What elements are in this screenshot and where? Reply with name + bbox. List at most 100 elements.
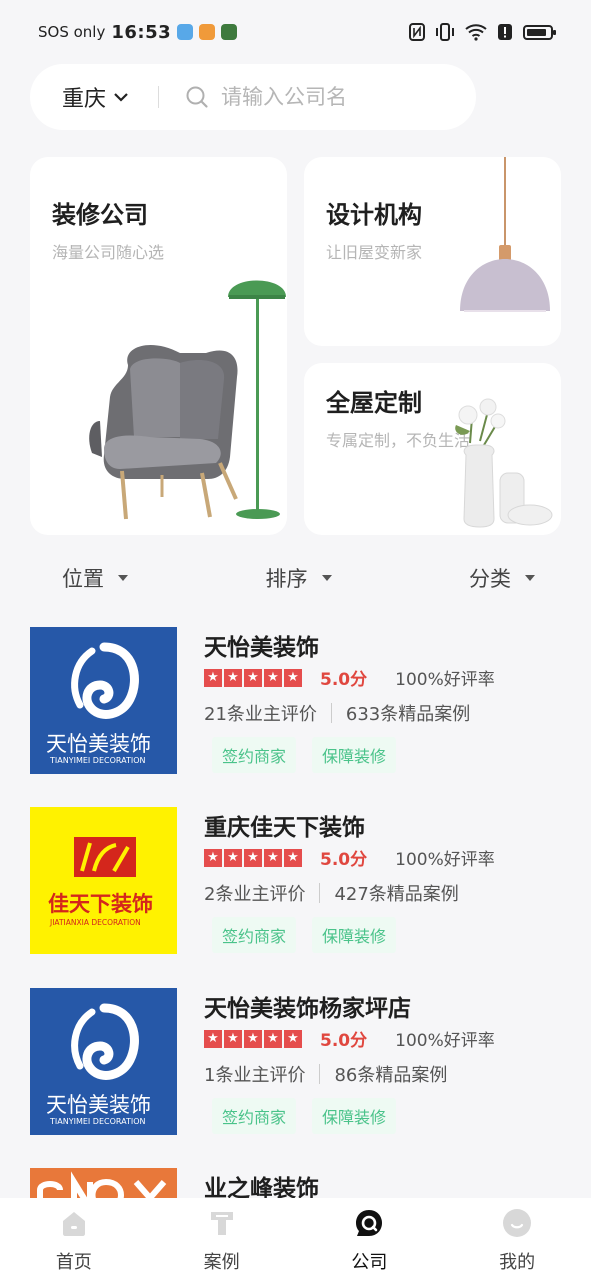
company-logo: 天怡美装饰 TIANYIMEI DECORATION	[30, 627, 177, 774]
svg-text:JIATIANXIA DECORATION: JIATIANXIA DECORATION	[49, 918, 141, 927]
search-input[interactable]	[221, 85, 421, 109]
star-icon: ★	[204, 848, 222, 867]
good-rate: 100%好评率	[395, 670, 495, 690]
svg-text:TIANYIMEI DECORATION: TIANYIMEI DECORATION	[49, 1117, 146, 1126]
svg-text:天怡美装饰: 天怡美装饰	[46, 732, 151, 756]
stats-row: 2条业主评价 427条精品案例	[204, 880, 459, 906]
star-icon: ★	[284, 1029, 302, 1048]
status-bar: SOS only 16:53	[0, 0, 591, 64]
case-count: 427条精品案例	[334, 884, 459, 905]
star-icon: ★	[224, 1029, 242, 1048]
company-logo: 天怡美装饰 TIANYIMEI DECORATION	[30, 988, 177, 1135]
app-notification-icon	[221, 24, 238, 40]
jiatianxia-logo: 佳天下装饰 JIATIANXIA DECORATION	[48, 837, 153, 927]
city-selector[interactable]: 重庆	[30, 81, 158, 113]
star-icon: ★	[244, 668, 262, 687]
company-name: 天怡美装饰杨家坪店	[204, 996, 411, 1022]
divider	[319, 883, 321, 903]
company-list-item[interactable]: 佳天下装饰 JIATIANXIA DECORATION 重庆佳天下装饰 ★ ★ …	[30, 786, 570, 954]
good-rate: 100%好评率	[395, 850, 495, 870]
review-count: 2条业主评价	[204, 884, 306, 905]
tianyimei-logo: 天怡美装饰 TIANYIMEI DECORATION	[46, 642, 151, 765]
tag-list: 签约商家 保障装修	[212, 917, 397, 953]
tab-label: 公司	[351, 1252, 388, 1273]
star-icon: ★	[224, 848, 242, 867]
tab-case[interactable]: 案例	[148, 1198, 296, 1280]
company-name: 业之峰装饰	[204, 1176, 319, 1198]
tag-list: 签约商家 保障装修	[212, 737, 397, 773]
filter-label: 排序	[265, 567, 308, 591]
star-icon: ★	[264, 668, 282, 687]
rating-row: ★ ★ ★ ★ ★ 5.0分 100%好评率	[204, 845, 495, 870]
pendant-lamp-illustration	[460, 157, 550, 312]
wifi-icon	[465, 24, 487, 41]
bottom-tab-bar: 首页 案例 公司 我的	[0, 1198, 591, 1280]
tag-signed-merchant: 签约商家	[212, 1098, 297, 1134]
svg-text:TIANYIMEI DECORATION: TIANYIMEI DECORATION	[49, 756, 146, 765]
review-count: 1条业主评价	[204, 1065, 306, 1086]
svg-text:天怡美装饰: 天怡美装饰	[46, 1093, 151, 1117]
star-icon: ★	[264, 1029, 282, 1048]
tag-list: 签约商家 保障装修	[212, 1098, 397, 1134]
tab-label: 我的	[499, 1252, 536, 1273]
company-name: 天怡美装饰	[204, 635, 319, 661]
search-icon	[186, 86, 208, 108]
tag-guaranteed-renovation: 保障装修	[312, 737, 397, 773]
nfc-icon	[409, 23, 425, 41]
star-icon: ★	[204, 1029, 222, 1048]
home-icon	[62, 1212, 85, 1236]
app-notification-icon	[177, 24, 194, 40]
tab-home[interactable]: 首页	[0, 1198, 148, 1280]
company-icon	[356, 1210, 383, 1236]
rating-score: 5.0分	[320, 1031, 368, 1051]
app-notification-icon	[199, 24, 216, 40]
rating-score: 5.0分	[320, 850, 368, 870]
star-icon: ★	[244, 1029, 262, 1048]
city-label: 重庆	[62, 87, 107, 112]
carrier-text: SOS only	[38, 23, 106, 41]
tag-guaranteed-renovation: 保障装修	[312, 1098, 397, 1134]
star-icon: ★	[244, 848, 262, 867]
alert-icon	[498, 24, 512, 40]
filter-location[interactable]: 位置	[62, 563, 128, 593]
tab-label: 首页	[55, 1252, 92, 1273]
filter-bar: 位置 排序 分类	[0, 556, 591, 600]
chevron-down-icon	[114, 93, 128, 102]
filter-category[interactable]: 分类	[469, 563, 535, 593]
star-icon: ★	[284, 668, 302, 687]
category-card-design-agency[interactable]: 设计机构 让旧屋变新家	[304, 157, 561, 346]
triangle-down-icon	[118, 575, 128, 581]
company-logo	[30, 1168, 177, 1198]
category-card-whole-house-custom[interactable]: 全屋定制 专属定制，不负生活	[304, 363, 561, 535]
company-list-item[interactable]: 业之峰装饰	[30, 1147, 570, 1198]
divider	[319, 1064, 321, 1084]
tag-signed-merchant: 签约商家	[212, 737, 297, 773]
tab-profile[interactable]: 我的	[443, 1198, 591, 1280]
tag-guaranteed-renovation: 保障装修	[312, 917, 397, 953]
category-card-decoration-company[interactable]: 装修公司 海量公司随心选	[30, 157, 287, 535]
clock: 16:53	[111, 21, 172, 43]
tianyimei-logo: 天怡美装饰 TIANYIMEI DECORATION	[46, 1003, 151, 1126]
stats-row: 1条业主评价 86条精品案例	[204, 1061, 447, 1087]
company-list: 天怡美装饰 TIANYIMEI DECORATION 天怡美装饰 ★ ★ ★ ★…	[0, 606, 591, 1198]
company-list-item[interactable]: 天怡美装饰 TIANYIMEI DECORATION 天怡美装饰杨家坪店 ★ ★…	[30, 967, 570, 1135]
vase-illustration	[455, 398, 553, 528]
rating-score: 5.0分	[320, 670, 368, 690]
company-list-item[interactable]: 天怡美装饰 TIANYIMEI DECORATION 天怡美装饰 ★ ★ ★ ★…	[30, 606, 570, 774]
tag-signed-merchant: 签约商家	[212, 917, 297, 953]
yezhifeng-logo	[37, 1171, 167, 1198]
tab-label: 案例	[203, 1252, 240, 1273]
company-name: 重庆佳天下装饰	[204, 815, 365, 841]
rating-row: ★ ★ ★ ★ ★ 5.0分 100%好评率	[204, 1026, 495, 1051]
company-logo: 佳天下装饰 JIATIANXIA DECORATION	[30, 807, 177, 954]
review-count: 21条业主评价	[204, 704, 317, 725]
tab-company[interactable]: 公司	[296, 1198, 444, 1280]
case-icon	[210, 1212, 233, 1235]
star-icon: ★	[224, 668, 242, 687]
rating-row: ★ ★ ★ ★ ★ 5.0分 100%好评率	[204, 665, 495, 690]
svg-text:佳天下装饰: 佳天下装饰	[48, 891, 153, 916]
armchair-and-lamp-illustration	[89, 280, 286, 520]
case-count: 86条精品案例	[334, 1065, 448, 1086]
divider	[330, 703, 332, 723]
filter-sort[interactable]: 排序	[266, 563, 332, 593]
